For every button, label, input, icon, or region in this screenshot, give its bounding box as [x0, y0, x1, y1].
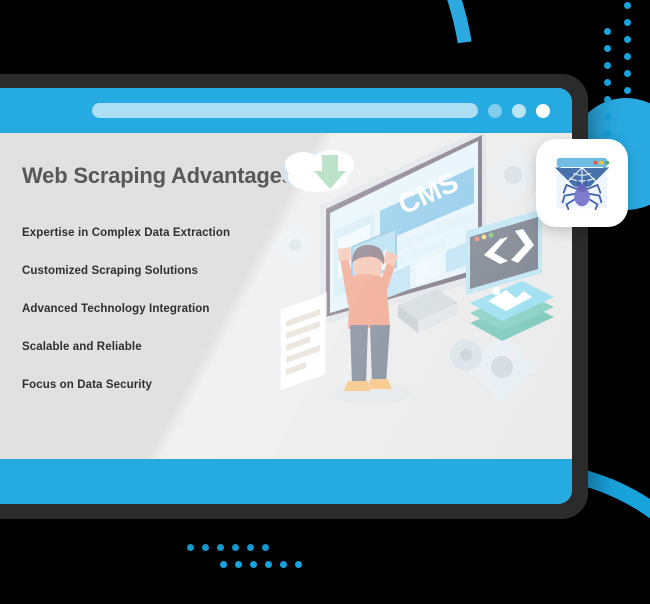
decorative-dots-bottom-b	[220, 561, 310, 575]
decorative-dot	[604, 28, 611, 35]
cloud-upload-icon	[281, 150, 354, 192]
decorative-dot	[295, 561, 302, 568]
gear-pair-icon-bottom	[450, 334, 535, 400]
decorative-dot	[604, 79, 611, 86]
decorative-dot	[624, 53, 631, 60]
window-dot-maximize[interactable]	[512, 103, 526, 118]
decorative-dot	[624, 2, 631, 9]
window-dot-close[interactable]	[536, 103, 550, 118]
decorative-dot	[232, 544, 239, 551]
decorative-dot	[604, 130, 611, 137]
decorative-dot	[604, 45, 611, 52]
decorative-dot	[235, 561, 242, 568]
monitor-screen: Web Scraping Advantages Expertise in Com…	[0, 88, 572, 504]
decorative-dot	[604, 62, 611, 69]
decorative-dot	[624, 70, 631, 77]
decorative-dot	[280, 561, 287, 568]
decorative-dot	[265, 561, 272, 568]
document-page	[279, 291, 327, 393]
decorative-dot	[624, 36, 631, 43]
decorative-dots-top-right-b	[624, 2, 631, 104]
decorative-dot	[604, 113, 611, 120]
browser-chrome-bar	[0, 88, 572, 133]
decorative-dot	[217, 544, 224, 551]
decorative-dots-top-right-a	[604, 28, 611, 147]
monitor-bottom-strip	[0, 459, 572, 504]
decorative-dots-bottom-a	[187, 544, 277, 558]
page-content-area: Web Scraping Advantages Expertise in Com…	[0, 133, 572, 459]
spider-web-browser-icon	[554, 157, 610, 211]
address-bar-input[interactable]	[92, 103, 478, 118]
monitor-frame: Web Scraping Advantages Expertise in Com…	[0, 74, 588, 519]
decorative-dot	[187, 544, 194, 551]
decorative-dot	[624, 87, 631, 94]
gear-icon-left	[274, 224, 311, 266]
decorative-dot	[247, 544, 254, 551]
decorative-dot	[604, 96, 611, 103]
decorative-dot	[262, 544, 269, 551]
decorative-dot	[202, 544, 209, 551]
decorative-dot	[250, 561, 257, 568]
poster-canvas: Web Scraping Advantages Expertise in Com…	[0, 0, 650, 604]
decorative-dot	[624, 19, 631, 26]
web-scraping-illustration: CMS	[270, 133, 560, 417]
window-dot-minimize[interactable]	[488, 103, 502, 118]
spider-web-badge[interactable]	[536, 139, 628, 227]
decorative-dot	[220, 561, 227, 568]
